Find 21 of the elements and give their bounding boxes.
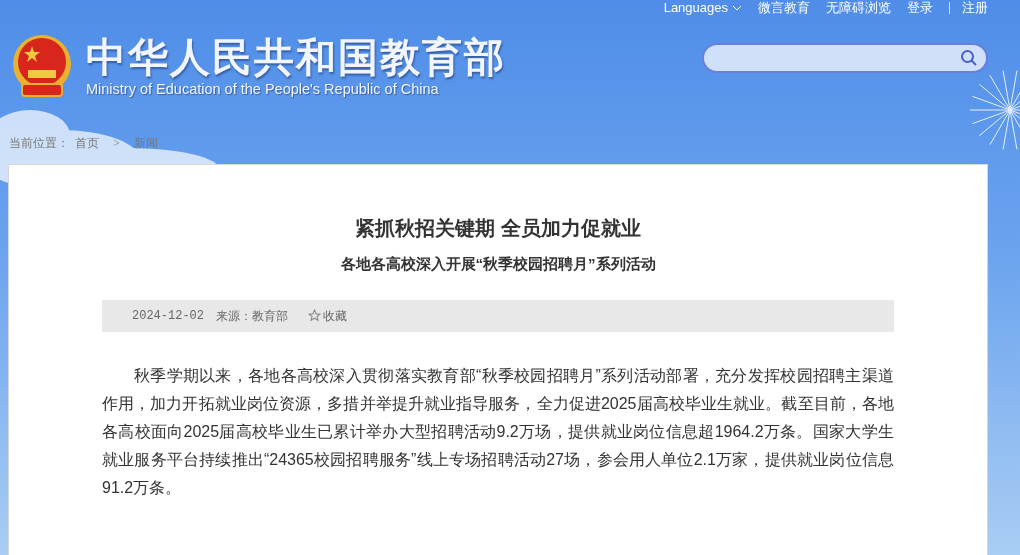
emblem-icon [10,34,74,98]
breadcrumb-separator: > [112,135,121,152]
star-icon [308,309,321,322]
header-link[interactable]: 微言教育 [758,0,810,18]
site-title: 中华人民共和国教育部 [86,34,506,80]
breadcrumb-label: 当前位置： [9,135,69,152]
search-icon [960,49,978,67]
article-paragraph: 秋季学期以来，各地各高校深入贯彻落实教育部“秋季校园招聘月”系列活动部署，充分发挥校园招聘主渠道作用，加力开拓就业岗位资源，多措并举提升就业指导服务，全力促进2025届高校毕业生就业。截至目前，各地各高校面向2025届高校毕业生已累计举办大型招聘活动9.2万场，提供就业岗位信息超1964.2万条。国家大学生就业服务平台持续推出“24365校园招聘服务”线上专场招聘活动27场，参会用人单位2.1万家，提供就业岗位信息91.2万条。 [102,365,894,498]
favorite-link[interactable]: 收藏 [308,306,347,325]
article-subtitle: 各地各高校深入开展“秋季校园招聘月”系列活动 [340,254,656,274]
header-link[interactable]: 注册 [962,0,988,18]
header-link[interactable]: 登录 [907,0,933,18]
publish-date: 2024-12-02 [132,307,204,325]
article-title: 紧抓秋招关键期 全员加力促就业 [355,216,641,241]
article-source: 来源：教育部 [216,307,288,325]
site-subtitle: Ministry of Education of the People's Republic of China [86,80,440,98]
breadcrumb-link[interactable]: 首页 [75,134,99,152]
header-link[interactable]: 无障碍浏览 [826,0,891,18]
search-field[interactable] [702,43,988,73]
chevron-down-icon [732,5,742,11]
languages-dropdown[interactable]: Languages [663,0,742,18]
